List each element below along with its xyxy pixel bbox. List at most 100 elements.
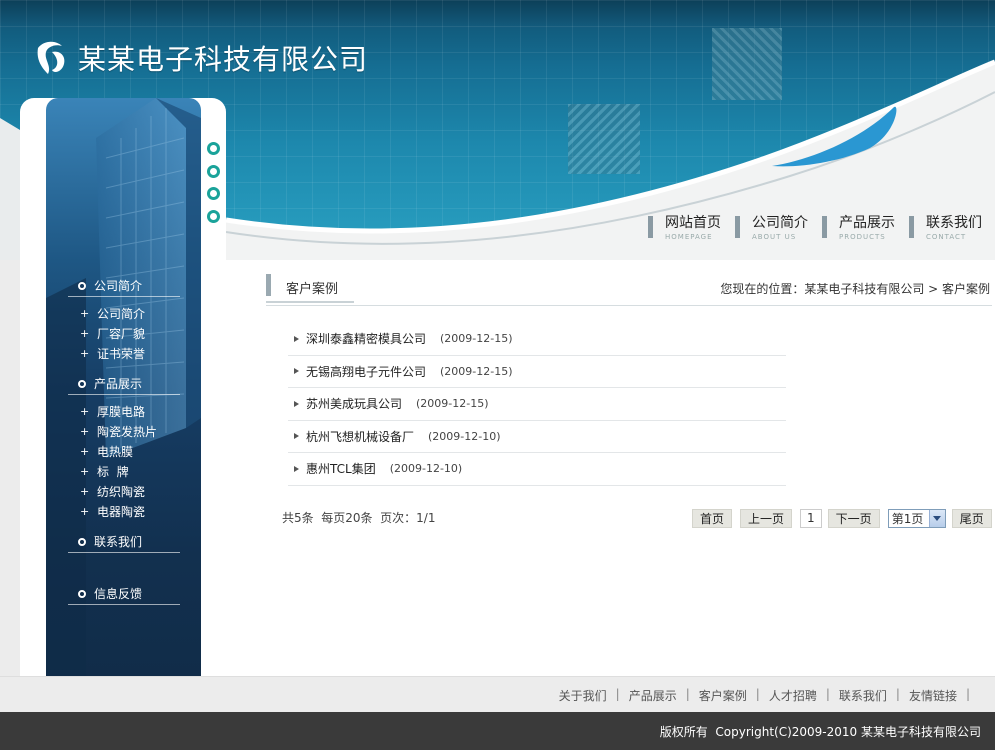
footer-link-friends[interactable]: 友情链接 [909,687,957,704]
sidebar-item-label: 电器陶瓷 [97,504,146,519]
footer-link-products[interactable]: 产品展示 [629,687,677,704]
sidebar-section-label: 联系我们 [94,535,143,549]
list-item[interactable]: 深圳泰鑫精密模具公司 (2009-12-15) [288,323,786,356]
nav-sublabel: HOMEPAGE [665,233,713,241]
case-date: (2009-12-15) [440,364,513,378]
site-title: 某某电子科技有限公司 [78,43,369,76]
pagination: 首页 上一页 1 下一页 第1页 尾页 [692,509,992,528]
plus-icon: + [80,326,90,340]
nav-sublabel: ABOUT US [752,233,797,241]
nav-label: 网站首页 [665,215,721,231]
footer-link-cases[interactable]: 客户案例 [699,687,747,704]
nav-item-about[interactable]: 公司简介 ABOUT US [735,214,808,242]
triangle-bullet-icon [294,335,299,342]
circle-bullet-icon [78,379,86,388]
plus-icon: + [80,484,90,498]
copyright-text: 版权所有 Copyright(C)2009-2010 某某电子科技有限公司 [659,725,981,739]
sidebar-item-label: 陶瓷发热片 [97,424,158,439]
footer-copyright-bar: 版权所有 Copyright(C)2009-2010 某某电子科技有限公司 [0,712,995,750]
plus-icon: + [80,424,90,438]
sidebar-item-textile-ceramic[interactable]: + 纺织陶瓷 [68,481,180,501]
sidebar-item-label: 厂容厂貌 [97,326,146,341]
logo-icon [37,41,65,74]
sidebar-item-label: 电热膜 [97,444,134,459]
footer-link-about[interactable]: 关于我们 [559,687,607,704]
prev-page-button[interactable]: 上一页 [740,509,793,528]
circle-dot-icon [207,187,220,200]
plus-icon: + [80,404,90,418]
nav-item-products[interactable]: 产品展示 PRODUCTS [822,214,895,242]
sidebar-item-ceramic-heater[interactable]: + 陶瓷发热片 [68,421,180,441]
page-title: 客户案例 [286,282,339,297]
plus-icon: + [80,346,90,360]
list-item[interactable]: 杭州飞想机械设备厂 (2009-12-10) [288,421,786,453]
triangle-bullet-icon [294,368,299,375]
sidebar-item-nameplate[interactable]: + 标 牌 [68,461,180,481]
case-name[interactable]: 无锡高翔电子元件公司 [306,363,426,380]
case-date: (2009-12-10) [389,462,463,476]
list-item[interactable]: 惠州TCL集团 (2009-12-10) [288,453,786,486]
top-nav: 网站首页 HOMEPAGE 公司简介 ABOUT US 产品展示 PRODUCT… [648,214,982,242]
case-name[interactable]: 深圳泰鑫精密模具公司 [306,330,426,347]
nav-label: 联系我们 [926,215,982,231]
sidebar-item-thick-film[interactable]: + 厚膜电路 [68,401,180,421]
footer-separator: | [615,687,620,701]
sidebar-item-label: 标 牌 [97,464,129,479]
list-item[interactable]: 无锡高翔电子元件公司 (2009-12-15) [288,356,786,388]
sidebar-item-about[interactable]: + 公司简介 [68,303,180,323]
footer-link-jobs[interactable]: 人才招聘 [769,687,817,704]
sidebar-item-label: 证书荣誉 [97,346,146,361]
current-page-number: 1 [800,509,822,528]
sidebar-item-label: 纺织陶瓷 [97,484,146,499]
footer-separator: | [895,687,900,701]
sidebar-item-label: 厚膜电路 [97,404,146,419]
plus-icon: + [80,464,90,478]
circle-bullet-icon [78,589,86,598]
case-date: (2009-12-10) [428,429,501,443]
footer-separator: | [685,687,690,701]
first-page-button[interactable]: 首页 [692,509,733,528]
next-page-button[interactable]: 下一页 [827,509,880,528]
nav-bar-marker [909,216,914,238]
case-list: 深圳泰鑫精密模具公司 (2009-12-15) 无锡高翔电子元件公司 (2009… [288,323,786,486]
sidebar-section-label: 产品展示 [94,377,143,391]
sidebar-section-label: 信息反馈 [94,587,143,601]
sidebar-item-appliance-ceramic[interactable]: + 电器陶瓷 [68,501,180,521]
triangle-bullet-icon [294,400,299,407]
footer-links: 关于我们 | 产品展示 | 客户案例 | 人才招聘 | 联系我们 | 友情链接 | [559,687,979,704]
breadcrumb: 您现在的位置：某某电子科技有限公司 > 客户案例 [720,282,990,296]
sidebar-section-label: 公司简介 [94,279,143,293]
sidebar-section-contact[interactable]: 联系我们 [68,531,180,553]
sidebar-section-feedback[interactable]: 信息反馈 [68,583,180,605]
footer-separator: | [965,687,970,701]
nav-bar-marker [735,216,740,238]
list-item[interactable]: 苏州美成玩具公司 (2009-12-15) [288,388,786,421]
triangle-bullet-icon [294,433,299,440]
page-select[interactable]: 第1页 [887,509,946,528]
footer-separator: | [825,687,830,701]
chevron-down-icon[interactable] [928,510,945,527]
sidebar-item-certificates[interactable]: + 证书荣誉 [68,343,180,363]
footer-links-bar: 关于我们 | 产品展示 | 客户案例 | 人才招聘 | 联系我们 | 友情链接 | [0,676,995,712]
nav-item-contact[interactable]: 联系我们 CONTACT [909,214,982,242]
content-header: 客户案例 您现在的位置：某某电子科技有限公司 > 客户案例 [266,272,992,306]
sidebar-section-about[interactable]: 公司简介 [68,275,180,297]
circle-bullet-icon [78,281,86,290]
case-name[interactable]: 苏州美成玩具公司 [306,395,402,412]
case-date: (2009-12-15) [416,397,489,411]
sidebar-item-factory[interactable]: + 厂容厂貌 [68,323,180,343]
nav-bar-marker [648,216,653,238]
last-page-button[interactable]: 尾页 [951,509,992,528]
sidebar-item-heating-film[interactable]: + 电热膜 [68,441,180,461]
pagination-summary: 共5条 每页20条 页次：1/1 [282,511,436,525]
sidebar-section-products[interactable]: 产品展示 [68,373,180,395]
plus-icon: + [80,306,90,320]
nav-sublabel: PRODUCTS [839,233,886,241]
nav-item-home[interactable]: 网站首页 HOMEPAGE [648,214,721,242]
case-name[interactable]: 杭州飞想机械设备厂 [306,428,414,445]
nav-bar-marker [822,216,827,238]
case-name[interactable]: 惠州TCL集团 [306,460,376,477]
footer-link-contact[interactable]: 联系我们 [839,687,887,704]
circle-dot-icon [207,209,220,223]
triangle-bullet-icon [294,465,299,472]
